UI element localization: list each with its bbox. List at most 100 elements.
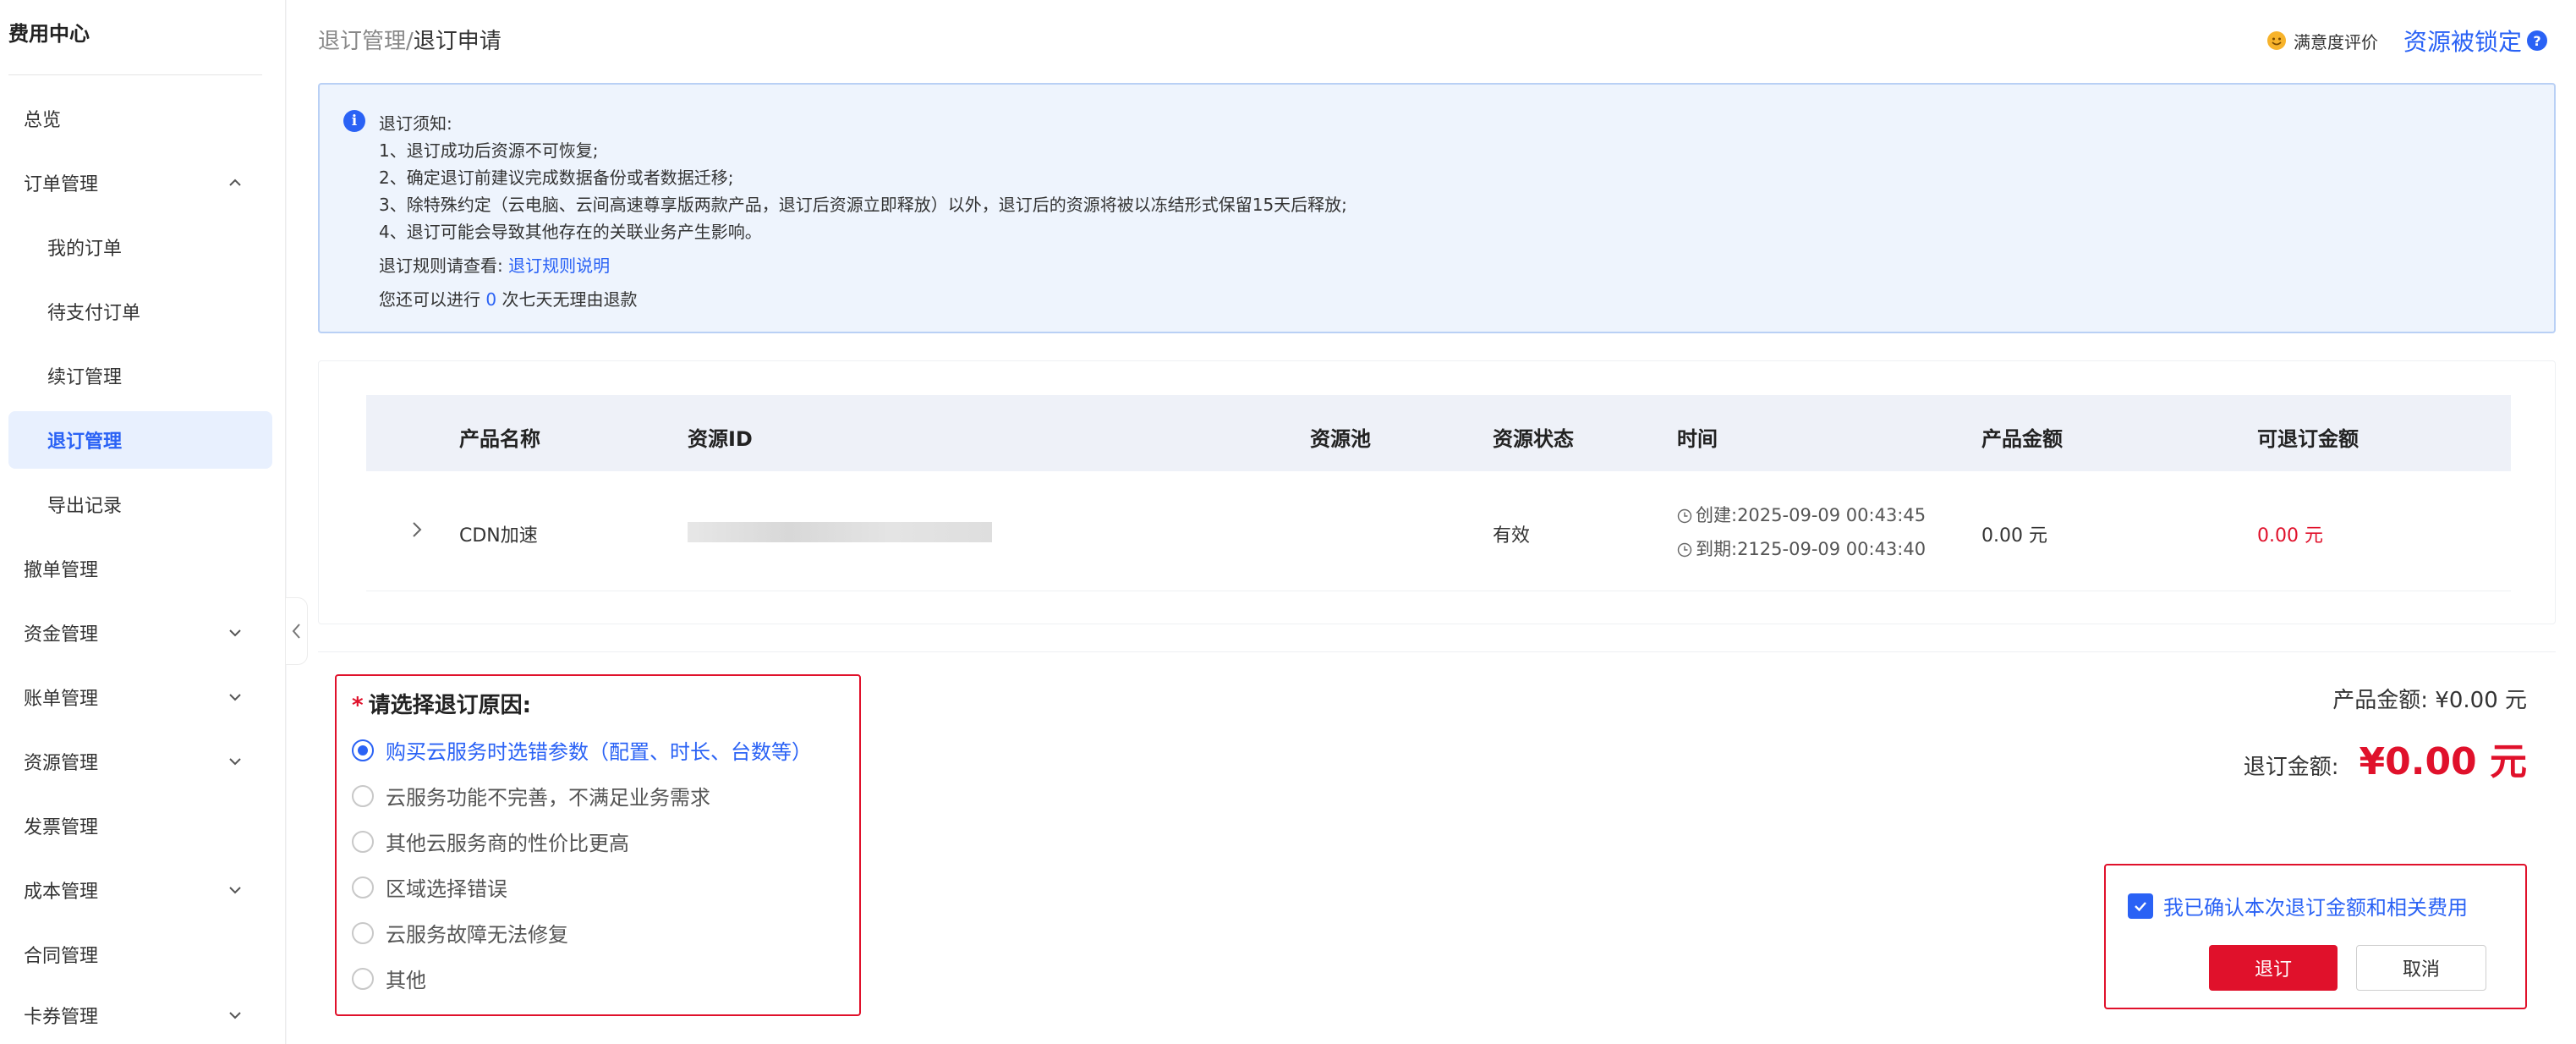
reason-group: * 请选择退订原因: 购买云服务时选错参数（配置、时长、台数等） 云服务功能不完善… bbox=[335, 674, 861, 1016]
chevron-down-icon bbox=[229, 629, 241, 637]
sidebar-item-label: 发票管理 bbox=[24, 817, 99, 838]
sidebar-collapse-toggle[interactable] bbox=[286, 597, 308, 665]
sidebar-item-label: 退订管理 bbox=[47, 431, 123, 453]
reason-option[interactable]: 区域选择错误 bbox=[352, 872, 507, 902]
radio[interactable] bbox=[352, 967, 374, 990]
reason-option-label: 购买云服务时选错参数（配置、时长、台数等） bbox=[386, 740, 812, 764]
sidebar-item-invoices[interactable]: 发票管理 bbox=[8, 797, 272, 854]
chevron-down-icon bbox=[229, 758, 241, 766]
col-time: 时间 bbox=[1677, 427, 1718, 451]
refund-amount-label: 退订金额: bbox=[2243, 755, 2339, 780]
reason-option[interactable]: 购买云服务时选错参数（配置、时长、台数等） bbox=[352, 735, 812, 765]
smiley-icon bbox=[2266, 31, 2286, 50]
notice-line: 3、除特殊约定（云电脑、云间高速尊享版两款产品，退订后资源立即释放）以外，退订后… bbox=[379, 195, 1347, 215]
chevron-up-icon bbox=[229, 179, 241, 186]
rule-link[interactable]: 退订规则说明 bbox=[508, 256, 610, 276]
sidebar-item-funds[interactable]: 资金管理 bbox=[8, 604, 272, 662]
chevron-left-icon bbox=[292, 624, 300, 639]
chevron-down-icon bbox=[229, 887, 241, 894]
sidebar-item-cancel-orders[interactable]: 撤单管理 bbox=[8, 540, 272, 597]
reason-option[interactable]: 其他 bbox=[352, 964, 426, 993]
notice-count-line: 您还可以进行 0 次七天无理由退款 bbox=[379, 286, 1347, 313]
chevron-right-icon[interactable] bbox=[410, 520, 424, 539]
sidebar-item-pending-orders[interactable]: 待支付订单 bbox=[8, 283, 272, 340]
reason-option-label: 云服务故障无法修复 bbox=[386, 923, 568, 947]
count-suffix: 次七天无理由退款 bbox=[501, 289, 638, 310]
cell-expires: 到期:2125-09-09 00:43:40 bbox=[1677, 536, 1926, 561]
help-icon[interactable]: ? bbox=[2527, 30, 2547, 51]
col-amount: 产品金额 bbox=[1981, 427, 2063, 451]
confirm-checkbox[interactable] bbox=[2128, 893, 2153, 919]
refund-count: 0 bbox=[485, 289, 497, 310]
unsubscribe-button[interactable]: 退订 bbox=[2209, 945, 2338, 991]
reason-option[interactable]: 其他云服务商的性价比更高 bbox=[352, 827, 629, 856]
sidebar-item-my-orders[interactable]: 我的订单 bbox=[8, 218, 272, 276]
confirm-checkbox-row[interactable]: 我已确认本次退订金额和相关费用 bbox=[2128, 891, 2468, 920]
sidebar-item-unsubscribe[interactable]: 退订管理 bbox=[8, 411, 272, 469]
sidebar-item-label: 成本管理 bbox=[24, 882, 99, 903]
sidebar-item-bills[interactable]: 账单管理 bbox=[8, 668, 272, 726]
sidebar-item-label: 资金管理 bbox=[24, 624, 99, 646]
sidebar-item-label: 资源管理 bbox=[24, 753, 99, 774]
satisfaction-link[interactable]: 满意度评价 bbox=[2266, 29, 2378, 53]
header-actions: 满意度评价 资源被锁定 ? bbox=[2266, 24, 2547, 58]
radio[interactable] bbox=[352, 921, 374, 944]
breadcrumb-parent[interactable]: 退订管理 bbox=[318, 29, 406, 54]
unsubscribe-form: * 请选择退订原因: 购买云服务时选错参数（配置、时长、台数等） 云服务功能不完善… bbox=[318, 651, 2556, 1039]
cell-created: 创建:2025-09-09 00:43:45 bbox=[1677, 502, 1926, 527]
reason-title: * 请选择退订原因: bbox=[352, 688, 531, 719]
cell-amount: 0.00 元 bbox=[1981, 525, 2047, 547]
cell-status: 有效 bbox=[1493, 525, 1531, 547]
reason-option-label: 其他 bbox=[386, 969, 426, 992]
sidebar-item-contracts[interactable]: 合同管理 bbox=[8, 926, 272, 983]
notice-line: 4、退订可能会导致其他存在的关联业务产生影响。 bbox=[379, 222, 762, 242]
radio[interactable] bbox=[352, 876, 374, 898]
sidebar-item-coupons[interactable]: 卡券管理 bbox=[8, 986, 272, 1044]
sidebar-item-overview[interactable]: 总览 bbox=[8, 90, 272, 147]
product-amount: 产品金额: ¥0.00 元 bbox=[2244, 683, 2527, 714]
sidebar-item-label: 总览 bbox=[24, 110, 62, 131]
resource-locked-link[interactable]: 资源被锁定 ? bbox=[2403, 24, 2547, 58]
radio[interactable] bbox=[352, 830, 374, 853]
sidebar-item-resources[interactable]: 资源管理 bbox=[8, 733, 272, 790]
sidebar-item-label: 我的订单 bbox=[47, 239, 123, 260]
col-product: 产品名称 bbox=[459, 427, 540, 451]
reason-option[interactable]: 云服务功能不完善，不满足业务需求 bbox=[352, 781, 710, 810]
notice-title: 退订须知: bbox=[379, 113, 452, 134]
confirm-group: 我已确认本次退订金额和相关费用 退订 取消 bbox=[2104, 864, 2527, 1009]
sidebar-title: 费用中心 bbox=[8, 22, 90, 46]
expires-time: 到期:2125-09-09 00:43:40 bbox=[1696, 539, 1927, 559]
breadcrumb-current: 退订申请 bbox=[413, 29, 501, 54]
sidebar: 费用中心 总览 订单管理 我的订单 待支付订单 续订管理 退订管理 导出记录 撤… bbox=[0, 0, 286, 1044]
sidebar-divider bbox=[8, 74, 262, 75]
sidebar-item-costs[interactable]: 成本管理 bbox=[8, 861, 272, 919]
sidebar-item-orders[interactable]: 订单管理 bbox=[8, 154, 272, 212]
confirm-checkbox-label: 我已确认本次退订金额和相关费用 bbox=[2163, 896, 2468, 920]
rule-prefix: 退订规则请查看: bbox=[379, 256, 503, 276]
product-amount-value: ¥0.00 元 bbox=[2435, 688, 2527, 713]
cancel-button[interactable]: 取消 bbox=[2356, 945, 2486, 991]
reason-option[interactable]: 云服务故障无法修复 bbox=[352, 918, 568, 948]
sidebar-item-label: 续订管理 bbox=[47, 367, 123, 388]
reason-title-text: 请选择退订原因: bbox=[368, 693, 532, 718]
radio[interactable] bbox=[352, 784, 374, 807]
chevron-down-icon bbox=[229, 1012, 241, 1019]
cell-product: CDN加速 bbox=[459, 525, 538, 547]
sidebar-item-label: 卡券管理 bbox=[24, 1007, 99, 1028]
table-row: CDN加速 有效 创建:2025-09-09 00:43:45 到期:2125-… bbox=[366, 471, 2511, 591]
sidebar-item-label: 合同管理 bbox=[24, 946, 99, 967]
created-time: 创建:2025-09-09 00:43:45 bbox=[1696, 505, 1927, 525]
col-resource-id: 资源ID bbox=[688, 427, 753, 451]
refund-amount-value: ¥0.00 元 bbox=[2359, 740, 2528, 783]
col-refundable: 可退订金额 bbox=[2257, 427, 2359, 451]
cell-refundable: 0.00 元 bbox=[2257, 525, 2323, 547]
sidebar-item-label: 订单管理 bbox=[24, 174, 99, 195]
sidebar-item-label: 撤单管理 bbox=[24, 560, 99, 581]
notice-line: 1、退订成功后资源不可恢复; bbox=[379, 140, 599, 161]
refund-amount: 退订金额: ¥0.00 元 bbox=[2244, 731, 2527, 785]
radio-selected[interactable] bbox=[352, 739, 374, 761]
sidebar-item-export-records[interactable]: 导出记录 bbox=[8, 475, 272, 533]
required-mark: * bbox=[352, 693, 364, 718]
sidebar-item-renewal[interactable]: 续订管理 bbox=[8, 347, 272, 404]
amount-summary: 产品金额: ¥0.00 元 退订金额: ¥0.00 元 bbox=[2244, 683, 2527, 785]
